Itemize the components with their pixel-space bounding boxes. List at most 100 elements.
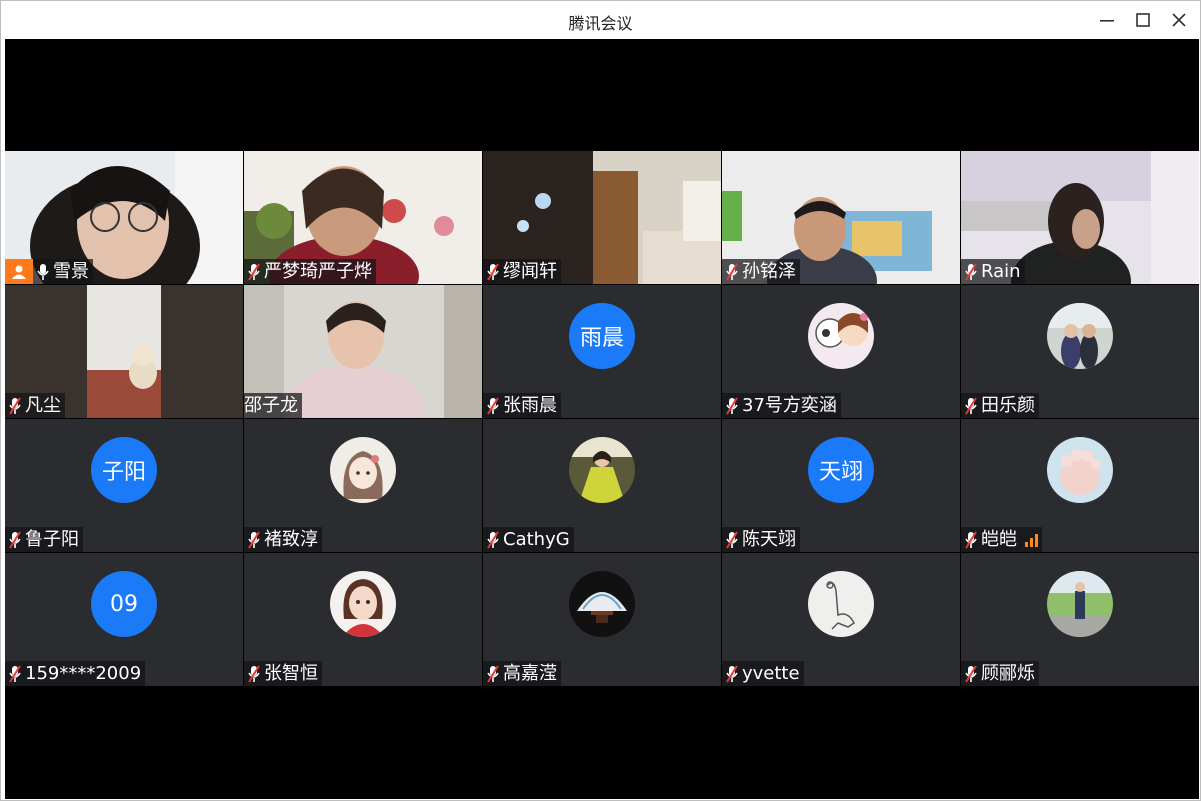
participant-name: 陈天翊 (742, 529, 796, 550)
participant-name: 严梦琦严子烨 (264, 261, 372, 282)
participant-name: 高嘉滢 (503, 663, 557, 684)
participant-name: 顾郦烁 (981, 663, 1035, 684)
mic-muted-icon[interactable] (961, 393, 981, 418)
mic-muted-icon[interactable] (961, 661, 981, 686)
name-bar: yvette (722, 661, 804, 686)
name-bar: 缪闻轩 (483, 259, 561, 284)
name-bar: 凡尘 (5, 393, 65, 418)
name-bar: 皑皑 (961, 527, 1042, 552)
mic-muted-icon[interactable] (722, 527, 742, 552)
close-button[interactable] (1161, 1, 1197, 39)
participant-name: 张雨晨 (503, 395, 557, 416)
participant-name: 褚致淳 (264, 529, 318, 550)
name-bar: 张雨晨 (483, 393, 561, 418)
name-bar: 陈天翊 (722, 527, 800, 552)
participant-name: 缪闻轩 (503, 261, 557, 282)
avatar (808, 571, 874, 637)
mic-muted-icon[interactable] (244, 661, 264, 686)
mic-muted-icon[interactable] (722, 259, 742, 284)
avatar (330, 437, 396, 503)
participant-name: 雪景 (53, 261, 89, 282)
mic-muted-icon[interactable] (722, 661, 742, 686)
mic-muted-icon[interactable] (5, 393, 25, 418)
participant-tile[interactable]: yvette (722, 553, 960, 686)
participant-tile[interactable]: 孙铭泽 (722, 151, 960, 284)
close-icon (1172, 13, 1186, 27)
mic-muted-icon[interactable] (483, 661, 503, 686)
maximize-button[interactable] (1125, 1, 1161, 39)
mic-muted-icon[interactable] (483, 259, 503, 284)
avatar (330, 571, 396, 637)
participant-tile[interactable]: 子阳 鲁子阳 (5, 419, 243, 552)
microphone-icon[interactable] (33, 259, 53, 284)
minimize-icon (1100, 20, 1114, 22)
participant-tile[interactable]: 缪闻轩 (483, 151, 721, 284)
participant-tile[interactable]: 天翊 陈天翊 (722, 419, 960, 552)
avatar (808, 303, 874, 369)
participant-name: CathyG (503, 529, 570, 550)
participant-tile[interactable]: 邵子龙 (244, 285, 482, 418)
name-bar: 孙铭泽 (722, 259, 800, 284)
participant-name: Rain (981, 261, 1021, 282)
name-bar: 159****2009 (5, 661, 146, 686)
avatar: 雨晨 (569, 303, 635, 369)
participant-tile[interactable]: 高嘉滢 (483, 553, 721, 686)
name-bar: 褚致淳 (244, 527, 322, 552)
participant-name: 邵子龙 (244, 395, 298, 416)
mic-muted-icon[interactable] (483, 527, 503, 552)
name-bar: 鲁子阳 (5, 527, 83, 552)
speaking-indicator-icon (1025, 533, 1038, 547)
participant-tile[interactable]: 严梦琦严子烨 (244, 151, 482, 284)
participant-grid: 雪景 严梦琦严子烨 缪闻轩 孙铭泽 Rain 凡尘 邵子龙 雨晨 张雨晨 37号… (5, 151, 1199, 687)
avatar (1047, 303, 1113, 369)
avatar: 子阳 (91, 437, 157, 503)
maximize-icon (1136, 13, 1150, 27)
participant-tile[interactable]: 09 159****2009 (5, 553, 243, 686)
name-bar: 雪景 (5, 259, 93, 284)
name-bar: 田乐颜 (961, 393, 1039, 418)
name-bar: Rain (961, 259, 1025, 284)
participant-tile[interactable]: 雪景 (5, 151, 243, 284)
avatar (569, 571, 635, 637)
mic-muted-icon[interactable] (483, 393, 503, 418)
mic-muted-icon[interactable] (961, 259, 981, 284)
mic-muted-icon[interactable] (5, 661, 25, 686)
participant-tile[interactable]: Rain (961, 151, 1199, 284)
mic-muted-icon[interactable] (244, 527, 264, 552)
participant-name: 皑皑 (981, 529, 1017, 550)
mic-muted-icon[interactable] (961, 527, 981, 552)
host-icon (5, 259, 33, 284)
participant-name: 鲁子阳 (25, 529, 79, 550)
minimize-button[interactable] (1089, 1, 1125, 39)
avatar (1047, 571, 1113, 637)
avatar (569, 437, 635, 503)
participant-tile[interactable]: 顾郦烁 (961, 553, 1199, 686)
window-title: 腾讯会议 (568, 14, 633, 33)
title-bar[interactable]: 腾讯会议 (1, 1, 1200, 39)
mic-muted-icon[interactable] (244, 259, 264, 284)
participant-name: yvette (742, 663, 800, 684)
mic-muted-icon[interactable] (5, 527, 25, 552)
participant-tile[interactable]: 皑皑 (961, 419, 1199, 552)
name-bar: 高嘉滢 (483, 661, 561, 686)
participant-tile[interactable]: 田乐颜 (961, 285, 1199, 418)
name-bar: 张智恒 (244, 661, 322, 686)
participant-name: 孙铭泽 (742, 261, 796, 282)
participant-tile[interactable]: CathyG (483, 419, 721, 552)
participant-tile[interactable]: 雨晨 张雨晨 (483, 285, 721, 418)
participant-tile[interactable]: 张智恒 (244, 553, 482, 686)
avatar: 09 (91, 571, 157, 637)
name-bar: 严梦琦严子烨 (244, 259, 376, 284)
participant-name: 159****2009 (25, 663, 142, 684)
avatar (1047, 437, 1113, 503)
name-bar: 37号方奕涵 (722, 393, 841, 418)
participant-tile[interactable]: 褚致淳 (244, 419, 482, 552)
participant-name: 凡尘 (25, 395, 61, 416)
participant-tile[interactable]: 凡尘 (5, 285, 243, 418)
mic-muted-icon[interactable] (722, 393, 742, 418)
name-bar: 邵子龙 (244, 393, 302, 418)
participant-tile[interactable]: 37号方奕涵 (722, 285, 960, 418)
name-bar: CathyG (483, 527, 574, 552)
participant-name: 37号方奕涵 (742, 395, 837, 416)
app-window: 腾讯会议 雪景 严梦琦严子烨 缪闻轩 孙铭泽 Rain 凡尘 邵子龙 雨晨 张雨… (0, 0, 1201, 801)
